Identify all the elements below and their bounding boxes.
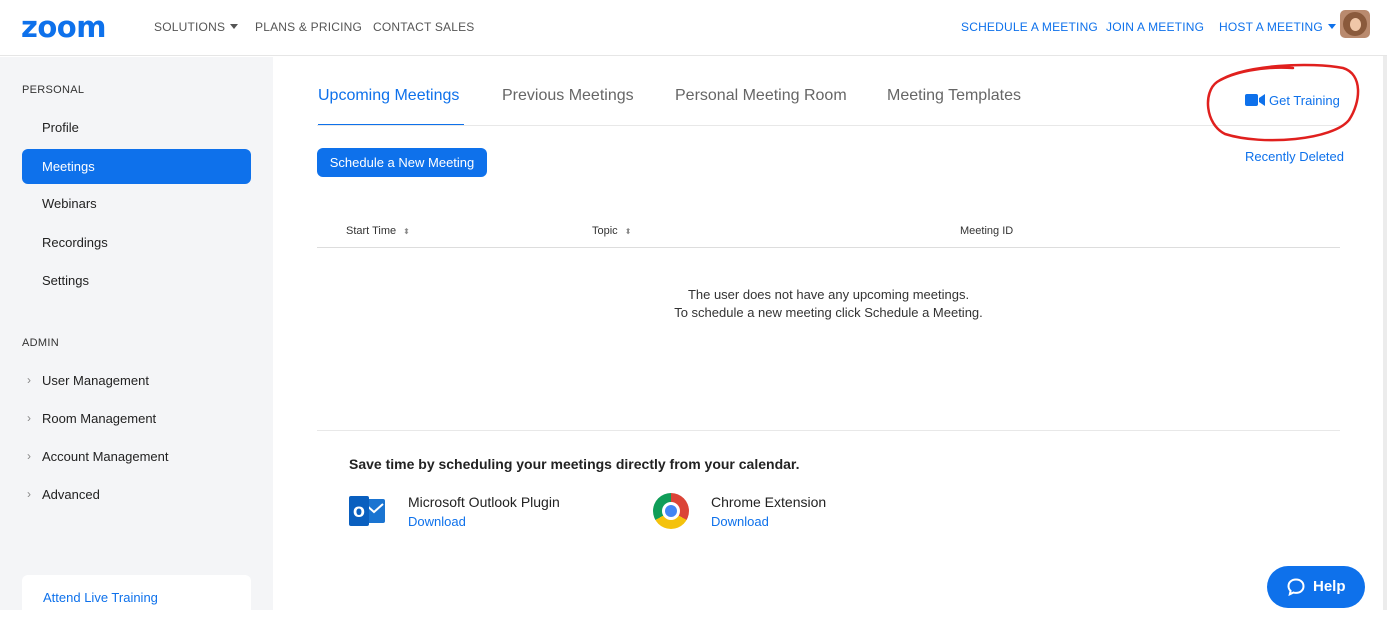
help-label: Help <box>1313 578 1346 595</box>
attend-live-training-link[interactable]: Attend Live Training <box>22 575 251 615</box>
recently-deleted-link[interactable]: Recently Deleted <box>1245 149 1344 164</box>
sidebar-item-webinars[interactable]: Webinars <box>22 186 251 221</box>
tab-divider <box>317 125 1340 126</box>
sidebar-item-profile[interactable]: Profile <box>22 110 251 145</box>
chrome-icon-core <box>665 505 677 517</box>
sort-icon: ⬍ <box>403 227 410 236</box>
chevron-down-icon <box>1327 24 1336 29</box>
chrome-download-link[interactable]: Download <box>711 514 769 529</box>
nav-join-meeting[interactable]: JOIN A MEETING <box>1106 20 1204 34</box>
column-header-start-time[interactable]: Start Time ⬍ <box>346 225 410 237</box>
sidebar: PERSONAL Profile Meetings Webinars Recor… <box>0 57 273 615</box>
help-button[interactable]: Help <box>1267 566 1365 608</box>
sidebar-item-account-management[interactable]: › Account Management <box>22 439 251 474</box>
tab-upcoming-meetings[interactable]: Upcoming Meetings <box>318 87 464 126</box>
nav-host-meeting-label: HOST A MEETING <box>1219 20 1323 34</box>
column-header-label: Start Time <box>346 225 397 237</box>
tab-meeting-templates[interactable]: Meeting Templates <box>887 87 1021 126</box>
sidebar-item-user-management[interactable]: › User Management <box>22 363 251 398</box>
sidebar-item-meetings[interactable]: Meetings <box>22 149 251 184</box>
sidebar-heading-admin: ADMIN <box>22 337 59 349</box>
svg-text:O: O <box>353 505 365 521</box>
nav-solutions-label: SOLUTIONS <box>154 20 226 34</box>
section-divider <box>317 430 1340 431</box>
table-header-divider <box>317 247 1340 248</box>
nav-contact-sales[interactable]: CONTACT SALES <box>373 20 475 34</box>
page-scrollbar[interactable] <box>1383 56 1387 610</box>
zoom-logo[interactable]: zoom <box>21 10 106 44</box>
sidebar-item-room-management[interactable]: › Room Management <box>22 401 251 436</box>
chevron-down-icon <box>230 24 239 29</box>
empty-state-line-2: To schedule a new meeting click Schedule… <box>674 305 983 320</box>
sidebar-item-label: Advanced <box>42 487 100 502</box>
sidebar-item-advanced[interactable]: › Advanced <box>22 477 251 512</box>
nav-plans-pricing[interactable]: PLANS & PRICING <box>255 20 362 34</box>
chevron-right-icon: › <box>27 373 31 387</box>
nav-host-meeting[interactable]: HOST A MEETING <box>1219 20 1336 34</box>
sidebar-item-label: Room Management <box>42 411 157 426</box>
sidebar-item-settings[interactable]: Settings <box>22 263 251 298</box>
sidebar-item-recordings[interactable]: Recordings <box>22 225 251 260</box>
column-header-label: Topic <box>592 225 618 237</box>
chat-bubble-icon <box>1287 578 1305 596</box>
chevron-right-icon: › <box>27 411 31 425</box>
tab-personal-meeting-room[interactable]: Personal Meeting Room <box>675 87 847 126</box>
sort-icon: ⬍ <box>624 227 632 236</box>
column-header-meeting-id: Meeting ID <box>960 225 1014 237</box>
avatar-face <box>1350 18 1361 31</box>
chevron-right-icon: › <box>27 449 31 463</box>
chevron-right-icon: › <box>27 487 31 501</box>
schedule-new-meeting-button[interactable]: Schedule a New Meeting <box>317 148 487 177</box>
avatar[interactable] <box>1340 10 1370 38</box>
outlook-icon: O <box>349 496 385 526</box>
red-annotation-circle <box>1206 63 1360 142</box>
outlook-plugin-name: Microsoft Outlook Plugin <box>408 494 560 510</box>
outlook-download-link[interactable]: Download <box>408 514 466 529</box>
nav-solutions[interactable]: SOLUTIONS <box>154 20 239 34</box>
nav-schedule-meeting[interactable]: SCHEDULE A MEETING <box>961 20 1098 34</box>
top-navigation-bar: zoom SOLUTIONS PLANS & PRICING CONTACT S… <box>0 0 1387 56</box>
empty-state-line-1: The user does not have any upcoming meet… <box>687 287 970 302</box>
tab-previous-meetings[interactable]: Previous Meetings <box>502 87 634 126</box>
chrome-extension-name: Chrome Extension <box>711 494 827 510</box>
sidebar-item-label: Account Management <box>42 449 169 464</box>
chrome-icon <box>653 493 689 529</box>
sidebar-heading-personal: PERSONAL <box>22 84 85 96</box>
column-header-topic[interactable]: Topic ⬍ <box>592 225 631 237</box>
sidebar-item-label: User Management <box>42 373 149 388</box>
calendar-section-title: Save time by scheduling your meetings di… <box>349 456 800 472</box>
